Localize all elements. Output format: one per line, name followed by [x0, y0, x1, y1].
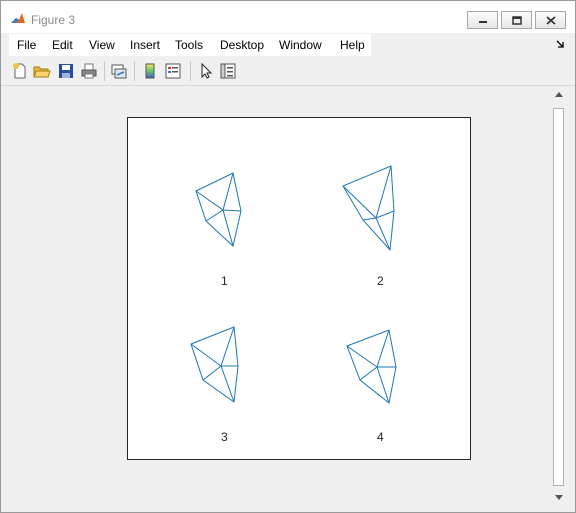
restore-icon — [511, 15, 522, 25]
mesh-4 — [346, 329, 397, 404]
menu-window[interactable]: Window — [279, 38, 322, 52]
mesh-2 — [342, 165, 395, 252]
close-icon — [545, 15, 556, 25]
title-bar[interactable]: Figure 3 — [1, 1, 575, 33]
minimize-icon — [478, 21, 487, 23]
menu-edit[interactable]: Edit — [52, 38, 73, 52]
window-title: Figure 3 — [31, 13, 76, 27]
plot-axes[interactable]: 1 2 3 4 — [127, 117, 471, 460]
print-icon[interactable] — [80, 62, 98, 80]
save-icon[interactable] — [57, 62, 75, 80]
undock-arrow-icon[interactable] — [556, 39, 566, 49]
menu-bar: File Edit View Insert Tools Desktop Wind… — [9, 34, 371, 56]
figure-window: Figure 3 File Edit View Insert Tools Des… — [0, 0, 576, 513]
colorbar-icon[interactable] — [141, 62, 159, 80]
menu-tools[interactable]: Tools — [175, 38, 203, 52]
plot-label-3: 3 — [221, 430, 228, 444]
open-file-icon[interactable] — [33, 62, 51, 80]
scroll-up-button[interactable] — [552, 87, 566, 101]
link-plot-icon[interactable] — [110, 62, 128, 80]
plot-label-2: 2 — [377, 274, 384, 288]
minimize-button[interactable] — [467, 11, 498, 29]
property-inspector-icon[interactable] — [219, 62, 237, 80]
menu-help[interactable]: Help — [340, 38, 365, 52]
plot-label-4: 4 — [377, 430, 384, 444]
menu-view[interactable]: View — [89, 38, 115, 52]
vertical-scrollbar[interactable] — [552, 87, 566, 505]
toolbar-separator — [190, 61, 191, 81]
mesh-plot — [190, 165, 397, 404]
close-button[interactable] — [535, 11, 566, 29]
matlab-logo-icon — [10, 11, 26, 27]
mesh-1 — [195, 172, 242, 247]
menu-file[interactable]: File — [17, 38, 36, 52]
scroll-down-icon — [555, 494, 563, 500]
toolbar-separator — [104, 61, 105, 81]
menu-desktop[interactable]: Desktop — [220, 38, 264, 52]
menu-bar-filler — [371, 34, 575, 56]
scroll-down-button[interactable] — [552, 490, 566, 504]
restore-button[interactable] — [501, 11, 532, 29]
new-figure-icon[interactable] — [11, 62, 29, 80]
edit-plot-icon[interactable] — [197, 62, 215, 80]
scroll-thumb[interactable] — [553, 108, 564, 486]
legend-icon[interactable] — [164, 62, 182, 80]
menu-insert[interactable]: Insert — [130, 38, 160, 52]
mesh-3 — [190, 326, 239, 403]
plot-label-1: 1 — [221, 274, 228, 288]
toolbar-separator — [134, 61, 135, 81]
figure-toolbar — [1, 57, 575, 86]
scroll-up-icon — [555, 91, 563, 97]
